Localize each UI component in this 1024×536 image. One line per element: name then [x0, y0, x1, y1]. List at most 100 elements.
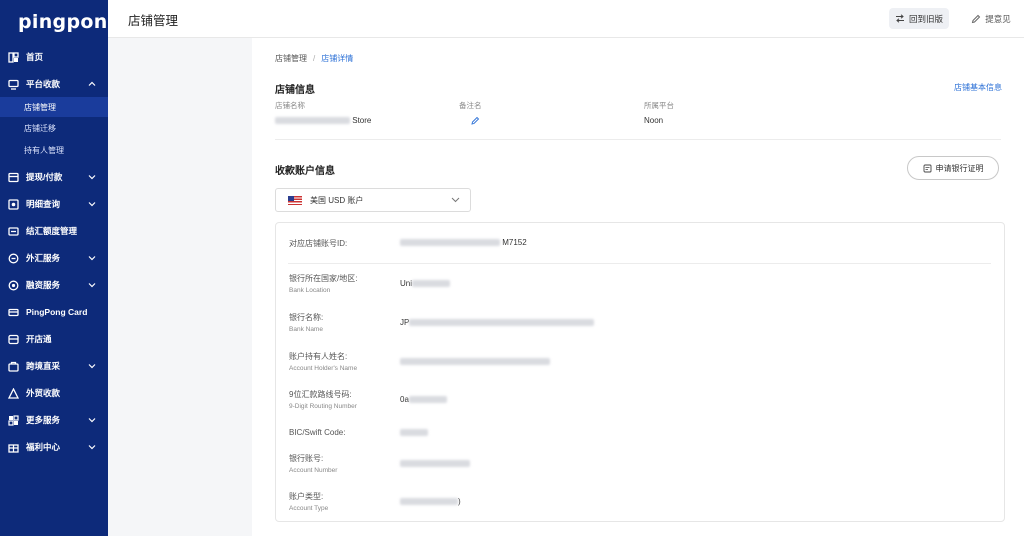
field-label: 银行所在国家/地区:: [289, 274, 358, 283]
field-value: ): [400, 497, 461, 506]
sidebar-item-withdraw[interactable]: 提现/付款: [0, 167, 108, 187]
back-to-old-version-button[interactable]: 回到旧版: [889, 8, 949, 29]
redacted-text: [400, 460, 470, 468]
redacted-text: [408, 396, 447, 404]
sidebar-item-fx[interactable]: 外汇服务: [0, 248, 108, 268]
sidebar-subitem-store-migration[interactable]: 店铺迁移: [0, 118, 108, 138]
chevron-down-icon: [88, 256, 96, 261]
sidebar-item-more[interactable]: 更多服务: [0, 410, 108, 430]
field-value: Uni: [400, 279, 451, 288]
fx-icon: [8, 253, 19, 264]
sidebar-subitem-store-management[interactable]: 店铺管理: [0, 97, 108, 117]
certificate-icon: [923, 164, 931, 172]
field-label: 对应店铺账号ID:: [289, 239, 348, 248]
breadcrumb-current[interactable]: 店铺详情: [321, 54, 353, 63]
detail-icon: [8, 198, 19, 210]
row-divider: [288, 263, 991, 264]
account-info-title: 收款账户信息: [275, 166, 335, 177]
sidebar-item-label: 融资服务: [26, 280, 61, 290]
field-label: 账户持有人姓名:: [289, 352, 348, 361]
withdraw-icon: [8, 172, 19, 183]
chevron-down-icon: [88, 175, 96, 180]
feedback-button[interactable]: 提意见: [961, 8, 1021, 29]
sidebar-item-label: 福利中心: [26, 442, 61, 452]
breadcrumb-root[interactable]: 店铺管理: [275, 54, 307, 63]
field-label: BIC/Swift Code:: [289, 428, 346, 437]
edit-icon[interactable]: [471, 116, 480, 125]
platform-label: 所属平台: [644, 101, 674, 110]
monitor-icon: [8, 79, 19, 90]
breadcrumb: 店铺管理 / 店铺详情: [275, 53, 353, 64]
sidebar-item-label: 更多服务: [26, 415, 61, 425]
sidebar-item-label: 开店通: [26, 334, 52, 344]
page-title: 店铺管理: [128, 14, 179, 28]
sidebar-item-open-store[interactable]: 开店通: [0, 329, 108, 349]
sidebar-subitem-holder-management[interactable]: 持有人管理: [0, 140, 108, 160]
redacted-text: [400, 358, 550, 366]
sidebar-item-trade[interactable]: 外贸收款: [0, 383, 108, 403]
field-sublabel: Account Type: [289, 505, 329, 512]
divider: [275, 139, 1001, 140]
chevron-down-icon: [88, 418, 96, 423]
sidebar-item-label: 提现/付款: [26, 172, 63, 182]
field-sublabel: Bank Name: [289, 326, 323, 333]
sidebar-item-label: 首页: [26, 52, 44, 62]
redacted-text: [409, 319, 595, 327]
platform-value: Noon: [644, 116, 664, 125]
redacted-text: [275, 117, 350, 125]
trade-icon: [8, 387, 19, 399]
field-value: 0a: [400, 395, 447, 404]
chevron-down-icon: [88, 283, 96, 288]
field-value: [400, 357, 550, 366]
main-panel: 店铺管理 / 店铺详情 店铺信息 店铺基本信息 店铺名称 备注名 所属平台 Stor…: [252, 38, 1024, 536]
account-select[interactable]: 美国 USD 账户: [275, 188, 471, 212]
chevron-down-icon: [88, 445, 96, 450]
sidebar-item-label: 结汇额度管理: [26, 226, 78, 236]
card-icon: [8, 307, 19, 318]
field-value: M7152: [400, 238, 527, 247]
chevron-down-icon: [451, 197, 460, 203]
chevron-up-icon: [88, 81, 96, 86]
field-value: [400, 428, 428, 437]
store-info-title: 店铺信息: [275, 85, 315, 96]
sidebar-item-platform-collection[interactable]: 平台收款: [0, 74, 108, 94]
logo: pingpong: [18, 11, 122, 33]
store-basic-info-link[interactable]: 店铺基本信息: [954, 82, 1002, 93]
sidebar-item-label: PingPong Card: [26, 307, 88, 317]
apply-bank-certificate-button[interactable]: 申请银行证明: [907, 156, 999, 180]
account-details-card: 对应店铺账号ID: M7152 银行所在国家/地区: Bank Location…: [275, 222, 1005, 522]
feedback-label: 提意见: [985, 13, 1011, 24]
top-header: 店铺管理 回到旧版 提意见: [108, 0, 1024, 38]
sidebar-item-label: 外汇服务: [26, 253, 61, 263]
sidebar-item-quota[interactable]: 结汇额度管理: [0, 221, 108, 241]
sidebar-item-label: 平台收款: [26, 79, 61, 89]
sidebar-item-purchase[interactable]: 跨境直采: [0, 356, 108, 376]
finance-icon: [8, 280, 19, 291]
redacted-text: [400, 429, 428, 437]
field-label: 9位汇款路线号码:: [289, 390, 352, 399]
breadcrumb-separator: /: [313, 54, 316, 63]
account-select-value: 美国 USD 账户: [310, 195, 364, 205]
field-value: JP: [400, 318, 595, 327]
sidebar-item-pingpong-card[interactable]: PingPong Card: [0, 302, 108, 322]
store-name-label: 店铺名称: [275, 101, 305, 110]
home-icon: [8, 51, 19, 63]
field-sublabel: Account Number: [289, 467, 338, 474]
sidebar-item-home[interactable]: 首页: [0, 47, 108, 67]
apply-bank-certificate-label: 申请银行证明: [935, 163, 984, 173]
sidebar-item-welfare[interactable]: 福利中心: [0, 437, 108, 457]
field-label: 银行账号:: [289, 454, 324, 463]
purchase-icon: [8, 361, 19, 372]
redacted-text: [400, 498, 458, 506]
redacted-text: [400, 239, 500, 247]
field-sublabel: Account Holder's Name: [289, 365, 358, 372]
sidebar-item-label: 明细查询: [26, 199, 61, 209]
chevron-down-icon: [88, 364, 96, 369]
swap-icon: [895, 14, 904, 23]
field-label: 账户类型:: [289, 492, 324, 501]
sidebar-item-details[interactable]: 明细查询: [0, 194, 108, 214]
redacted-text: [412, 280, 451, 288]
remark-label: 备注名: [459, 101, 482, 110]
sidebar-item-finance[interactable]: 融资服务: [0, 275, 108, 295]
field-sublabel: Bank Location: [289, 287, 331, 294]
